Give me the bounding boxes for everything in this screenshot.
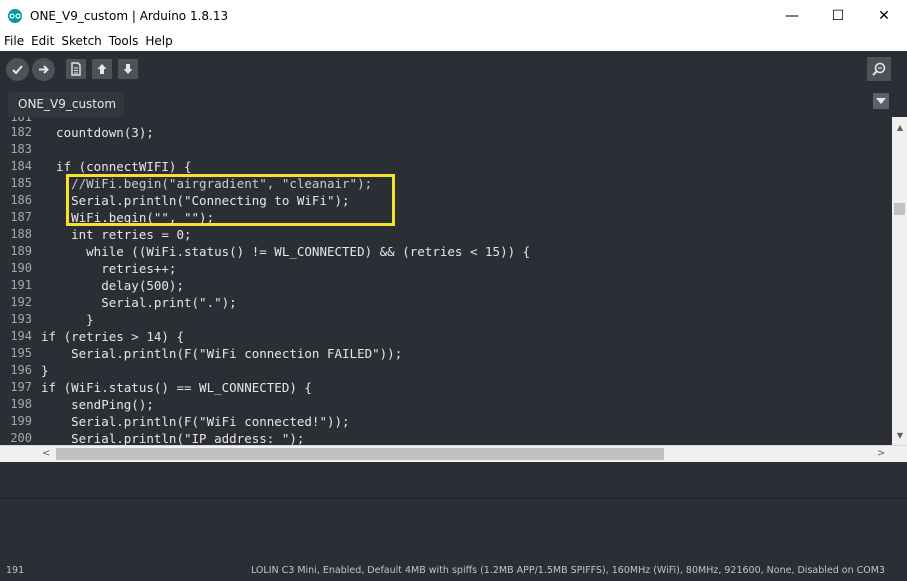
line-number: 199 xyxy=(10,414,32,428)
cursor-line-number: 191 xyxy=(6,565,25,576)
code-line: sendPing(); xyxy=(41,397,154,412)
menu-help[interactable]: Help xyxy=(141,34,175,48)
line-number: 193 xyxy=(10,312,32,326)
code-line: while ((WiFi.status() != WL_CONNECTED) &… xyxy=(41,244,531,259)
line-number-gutter: 181 182 183 184 185 186 187 188 189 190 … xyxy=(0,117,36,445)
scroll-down-arrow-icon[interactable]: ▼ xyxy=(897,431,903,440)
maximize-button[interactable]: ☐ xyxy=(815,0,861,31)
menu-file[interactable]: File xyxy=(0,34,27,48)
yellow-highlight-box xyxy=(66,174,395,226)
close-button[interactable]: ✕ xyxy=(861,0,907,31)
code-line: Serial.println("IP address: "); xyxy=(41,431,305,445)
scroll-up-arrow-icon[interactable]: ▲ xyxy=(897,123,903,132)
arduino-logo-icon xyxy=(8,8,22,23)
minimize-button[interactable]: — xyxy=(769,0,815,31)
tab-one-v9-custom[interactable]: ONE_V9_custom xyxy=(8,92,124,117)
toolbar xyxy=(0,51,907,87)
message-strip xyxy=(0,462,907,498)
code-line: retries++; xyxy=(41,261,177,276)
check-icon xyxy=(12,64,23,74)
code-editor[interactable]: 181 182 183 184 185 186 187 188 189 190 … xyxy=(0,117,907,445)
line-number: 187 xyxy=(10,210,32,224)
line-number: 189 xyxy=(10,244,32,258)
code-line: if (connectWIFI) { xyxy=(41,159,192,174)
code-line: } xyxy=(41,312,94,327)
line-number: 194 xyxy=(10,329,32,343)
serial-monitor-magnifier-icon xyxy=(872,62,886,76)
save-down-arrow-icon xyxy=(123,64,133,74)
save-sketch-button[interactable] xyxy=(118,59,138,79)
status-bar: 191 LOLIN C3 Mini, Enabled, Default 4MB … xyxy=(0,560,907,581)
serial-monitor-button[interactable] xyxy=(867,57,891,81)
upload-button[interactable] xyxy=(32,57,55,81)
line-number: 198 xyxy=(10,397,32,411)
line-number: 197 xyxy=(10,380,32,394)
code-line: if (retries > 14) { xyxy=(41,329,184,344)
code-line: int retries = 0; xyxy=(41,227,192,242)
line-number: 188 xyxy=(10,227,32,241)
horizontal-scrollbar[interactable]: < > xyxy=(0,445,907,462)
menu-bar: File Edit Sketch Tools Help xyxy=(0,31,907,51)
menu-sketch[interactable]: Sketch xyxy=(57,34,104,48)
verify-button[interactable] xyxy=(6,57,29,81)
horizontal-scroll-thumb[interactable] xyxy=(56,448,664,460)
console-output[interactable] xyxy=(0,498,907,560)
code-line: } xyxy=(41,363,49,378)
line-number: 192 xyxy=(10,295,32,309)
line-number: 196 xyxy=(10,363,32,377)
open-up-arrow-icon xyxy=(97,64,107,74)
code-line: Serial.println(F("WiFi connection FAILED… xyxy=(41,346,403,361)
upload-arrow-icon xyxy=(39,64,49,74)
open-sketch-button[interactable] xyxy=(92,59,112,79)
arduino-ide-window: ONE_V9_custom | Arduino 1.8.13 — ☐ ✕ Fil… xyxy=(0,0,907,581)
window-title: ONE_V9_custom | Arduino 1.8.13 xyxy=(30,8,229,23)
code-line: Serial.print("."); xyxy=(41,295,237,310)
board-configuration: LOLIN C3 Mini, Enabled, Default 4MB with… xyxy=(250,565,885,576)
line-number: 190 xyxy=(10,261,32,275)
line-number: 185 xyxy=(10,176,32,190)
line-number: 183 xyxy=(10,142,32,156)
tab-bar: ONE_V9_custom xyxy=(0,87,907,117)
line-number: 191 xyxy=(10,278,32,292)
line-number: 186 xyxy=(10,193,32,207)
vertical-scroll-thumb[interactable] xyxy=(894,203,905,215)
title-bar: ONE_V9_custom | Arduino 1.8.13 — ☐ ✕ xyxy=(0,0,907,31)
code-line: if (WiFi.status() == WL_CONNECTED) { xyxy=(41,380,312,395)
line-number: 184 xyxy=(10,159,32,173)
line-number: 195 xyxy=(10,346,32,360)
line-number: 182 xyxy=(10,125,32,139)
code-line: Serial.println(F("WiFi connected!")); xyxy=(41,414,350,429)
menu-edit[interactable]: Edit xyxy=(27,34,57,48)
code-line-current: delay(500); xyxy=(41,278,184,293)
scroll-left-arrow-icon[interactable]: < xyxy=(42,448,50,459)
new-file-icon xyxy=(71,62,81,76)
vertical-scrollbar[interactable]: ▲ ▼ xyxy=(892,117,907,445)
new-sketch-button[interactable] xyxy=(66,59,86,79)
window-controls: — ☐ ✕ xyxy=(769,0,907,31)
code-line: countdown(3); xyxy=(41,125,154,140)
chevron-down-icon xyxy=(876,98,886,104)
menu-tools[interactable]: Tools xyxy=(105,34,142,48)
tab-menu-button[interactable] xyxy=(873,93,889,109)
line-number: 200 xyxy=(10,431,32,445)
scroll-right-arrow-icon[interactable]: > xyxy=(877,448,885,459)
